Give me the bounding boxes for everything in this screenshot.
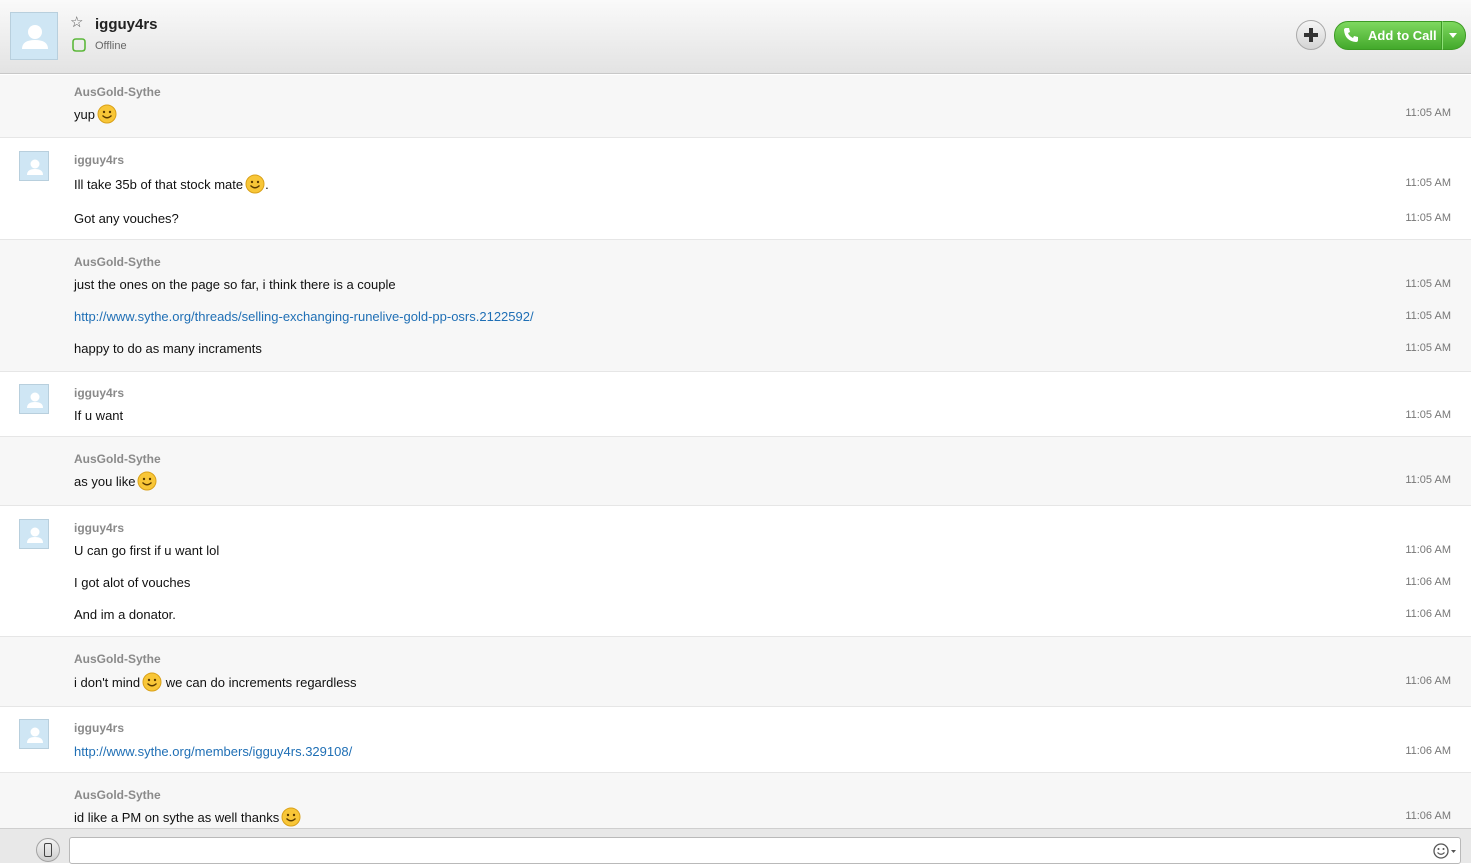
contact-name: igguy4rs <box>95 16 158 33</box>
conversation-header: ☆ igguy4rs Offline Add to Call <box>0 0 1471 74</box>
message-row[interactable]: http://www.sythe.org/threads/selling-exc… <box>74 307 1454 327</box>
message-timestamp: 11:05 AM <box>1405 177 1451 189</box>
message-row[interactable]: as you like 11:05 AM <box>74 471 1454 491</box>
contact-avatar[interactable] <box>10 12 58 60</box>
message-timestamp: 11:05 AM <box>1405 212 1451 224</box>
sender-name: AusGold-Sythe <box>74 85 161 99</box>
message-input[interactable] <box>69 837 1461 864</box>
default-avatar-icon <box>27 727 43 743</box>
default-avatar-icon <box>27 527 43 543</box>
add-to-call-label: Add to Call <box>1368 28 1437 43</box>
sender-avatar[interactable] <box>19 719 49 749</box>
message-row[interactable]: i don't mind we can do increments regard… <box>74 672 1454 692</box>
message-text: yup <box>74 104 117 125</box>
message-row[interactable]: Ill take 35b of that stock mate. 11:05 A… <box>74 174 1454 194</box>
sender-name: AusGold-Sythe <box>74 788 161 802</box>
offline-status-icon <box>72 38 86 52</box>
message-group: AusGold-Sythe id like a PM on sythe as w… <box>0 773 1471 828</box>
sender-name: igguy4rs <box>74 521 125 535</box>
message-text: http://www.sythe.org/members/igguy4rs.32… <box>74 742 352 762</box>
message-timestamp: 11:05 AM <box>1405 310 1451 322</box>
message-group: AusGold-Sythe i don't mind we can do inc… <box>0 637 1471 707</box>
mobile-phone-icon <box>44 843 52 857</box>
plus-icon <box>1304 28 1318 42</box>
message-row[interactable]: Got any vouches? 11:05 AM <box>74 209 1454 229</box>
message-link[interactable]: http://www.sythe.org/members/igguy4rs.32… <box>74 744 352 759</box>
sender-name: AusGold-Sythe <box>74 652 161 666</box>
message-row[interactable]: yup 11:05 AM <box>74 104 1454 124</box>
sender-avatar[interactable] <box>19 151 49 181</box>
message-row[interactable]: And im a donator. 11:06 AM <box>74 605 1454 625</box>
message-group: AusGold-Sythe as you like 11:05 AM <box>0 437 1471 506</box>
message-timestamp: 11:05 AM <box>1405 278 1451 290</box>
message-group: AusGold-Sythe yup 11:05 AM <box>0 75 1471 138</box>
message-timestamp: 11:06 AM <box>1405 810 1451 822</box>
message-group: igguy4rs Ill take 35b of that stock mate… <box>0 138 1471 240</box>
message-group: AusGold-Sythe just the ones on the page … <box>0 240 1471 372</box>
message-timestamp: 11:06 AM <box>1405 608 1451 620</box>
message-text: just the ones on the page so far, i thin… <box>74 277 396 292</box>
sender-avatar[interactable] <box>19 519 49 549</box>
message-group: igguy4rs http://www.sythe.org/members/ig… <box>0 707 1471 773</box>
message-text: Ill take 35b of that stock mate. <box>74 174 269 195</box>
smiley-icon <box>245 174 265 194</box>
message-text: I got alot of vouches <box>74 575 191 590</box>
message-row[interactable]: If u want 11:05 AM <box>74 406 1454 426</box>
message-timestamp: 11:06 AM <box>1405 745 1451 757</box>
message-text: http://www.sythe.org/threads/selling-exc… <box>74 307 534 327</box>
message-composer <box>0 828 1471 864</box>
default-avatar-icon <box>27 392 43 408</box>
sender-name: igguy4rs <box>74 386 125 400</box>
message-row[interactable]: http://www.sythe.org/members/igguy4rs.32… <box>74 742 1454 762</box>
message-text: If u want <box>74 408 124 423</box>
smiley-icon <box>97 104 117 124</box>
message-text: happy to do as many incraments <box>74 341 262 356</box>
message-timestamp: 11:05 AM <box>1405 474 1451 486</box>
message-timestamp: 11:06 AM <box>1405 544 1451 556</box>
message-text: as you like <box>74 471 157 492</box>
message-row[interactable]: I got alot of vouches 11:06 AM <box>74 573 1454 593</box>
smiley-icon <box>137 471 157 491</box>
sender-name: igguy4rs <box>74 153 125 167</box>
chevron-down-icon <box>1449 33 1457 38</box>
message-row[interactable]: U can go first if u want lol 11:06 AM <box>74 541 1454 561</box>
message-text: U can go first if u want lol <box>74 543 220 558</box>
message-link[interactable]: http://www.sythe.org/threads/selling-exc… <box>74 309 534 324</box>
phone-icon <box>1344 28 1358 42</box>
message-timestamp: 11:06 AM <box>1405 576 1451 588</box>
message-timestamp: 11:05 AM <box>1405 107 1451 119</box>
smiley-icon <box>142 672 162 692</box>
smiley-icon <box>281 807 301 827</box>
message-row[interactable]: just the ones on the page so far, i thin… <box>74 275 1454 295</box>
message-timestamp: 11:06 AM <box>1405 675 1451 687</box>
sender-name: AusGold-Sythe <box>74 452 161 466</box>
message-row[interactable]: id like a PM on sythe as well thanks 11:… <box>74 807 1454 827</box>
default-avatar-icon <box>22 25 48 49</box>
message-group: igguy4rs If u want 11:05 AM <box>0 372 1471 437</box>
sender-avatar[interactable] <box>19 384 49 414</box>
message-text: i don't mind we can do increments regard… <box>74 672 356 693</box>
emoticon-picker-icon[interactable] <box>1432 841 1458 861</box>
call-options-dropdown[interactable] <box>1442 21 1466 50</box>
message-group: igguy4rs U can go first if u want lol 11… <box>0 506 1471 637</box>
message-text: id like a PM on sythe as well thanks <box>74 807 301 828</box>
message-timestamp: 11:05 AM <box>1405 342 1451 354</box>
message-text: And im a donator. <box>74 607 176 622</box>
send-sms-button[interactable] <box>36 838 60 862</box>
contact-status: Offline <box>95 40 127 52</box>
favorite-star-icon[interactable]: ☆ <box>70 14 83 32</box>
message-row[interactable]: happy to do as many incraments 11:05 AM <box>74 339 1454 359</box>
message-list[interactable]: AusGold-Sythe yup 11:05 AM igguy4rs Ill … <box>0 75 1471 828</box>
message-text: Got any vouches? <box>74 211 179 226</box>
sender-name: igguy4rs <box>74 721 125 735</box>
message-timestamp: 11:05 AM <box>1405 409 1451 421</box>
add-participant-button[interactable] <box>1296 20 1326 50</box>
add-to-call-button[interactable]: Add to Call <box>1334 21 1442 50</box>
sender-name: AusGold-Sythe <box>74 255 161 269</box>
default-avatar-icon <box>27 159 43 175</box>
